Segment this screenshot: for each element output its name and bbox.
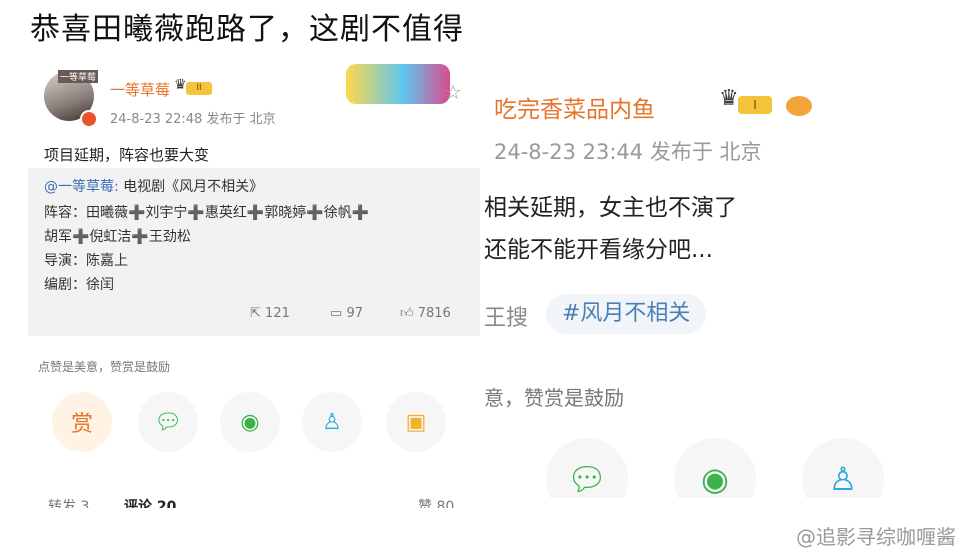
username[interactable]: 一等草莓 <box>110 79 170 100</box>
repost-line-5: 编剧：徐闰 <box>44 277 114 293</box>
post-meta: 24-8-23 22:48 发布于 北京 <box>110 112 276 127</box>
qq-share-button[interactable]: ♙ <box>302 392 362 452</box>
save-image-button[interactable]: ▣ <box>386 392 446 452</box>
repost-line-3: 胡军➕倪虹洁➕王劲松 <box>44 229 191 245</box>
repost-line-2: 阵容：田曦薇➕刘宇宁➕惠英红➕郭晓婷➕徐帆➕ <box>44 205 370 221</box>
share-count[interactable]: ⇱ 121 <box>250 306 290 321</box>
comment-tab[interactable]: 评论 20 <box>124 496 176 508</box>
left-post-card: 一等草莓 一等草莓 II 24-8-23 22:48 发布于 北京 ☆ 项目延期… <box>28 58 480 508</box>
reward-button[interactable]: 赏 <box>52 392 112 452</box>
like-icon: 👍︎ <box>400 306 414 321</box>
post-text-line-1: 相关延期，女主也不演了 <box>484 195 737 221</box>
vip-level-badge: I <box>719 90 772 114</box>
topic-tag[interactable]: #风月不相关 <box>546 294 707 334</box>
like-count[interactable]: 👍︎ 7816 <box>400 306 451 321</box>
wechat-icon: 💬︎ <box>566 460 608 498</box>
comment-icon: ▭ <box>330 306 343 321</box>
post-text: 项目延期，阵容也要大变 <box>44 146 210 164</box>
wechat-icon: 💬︎ <box>154 409 182 435</box>
post-text-line-2: 还能不能开看缘分吧... <box>484 237 713 263</box>
like-count-value: 7816 <box>417 306 451 321</box>
username[interactable]: 吃完香菜品内鱼 <box>494 90 655 124</box>
avatar-label: 一等草莓 <box>58 70 99 83</box>
save-image-icon: ▣ <box>405 409 427 435</box>
qq-icon: ♙ <box>828 460 858 498</box>
like-tab[interactable]: 赞 80 <box>418 496 454 508</box>
reward-tip: 意，赞赏是鼓励 <box>484 386 624 410</box>
repost-tab[interactable]: 转发 3 <box>48 496 89 508</box>
repost-title: 电视剧《风月不相关》 <box>118 179 264 195</box>
wechat-share-button[interactable]: 💬︎ <box>138 392 198 452</box>
reward-label: 赏 <box>70 412 93 437</box>
wechat-share-button[interactable]: 💬︎ <box>546 438 628 498</box>
right-post-card: 吃完香菜品内鱼 I 24-8-23 23:44 发布于 北京 相关延期，女主也不… <box>484 58 940 498</box>
watermark: @追影寻综咖喱酱 <box>796 525 956 549</box>
moments-icon: ◉ <box>701 460 729 498</box>
comment-count[interactable]: ▭ 97 <box>330 306 363 321</box>
post-meta: 24-8-23 23:44 发布于 北京 <box>494 140 762 164</box>
comment-count-value: 97 <box>346 306 363 321</box>
sticker-decoration <box>346 64 450 104</box>
hot-search-link[interactable]: 王搜 <box>484 300 528 332</box>
verified-badge-icon <box>80 110 98 128</box>
repost-line-4: 导演：陈嘉上 <box>44 253 128 269</box>
moments-share-button[interactable]: ◉ <box>674 438 756 498</box>
share-count-value: 121 <box>265 306 290 321</box>
qq-icon: ♙ <box>322 409 342 435</box>
vip-level-badge: II <box>174 79 212 95</box>
moments-share-button[interactable]: ◉ <box>220 392 280 452</box>
moments-icon: ◉ <box>240 409 260 435</box>
mention-link[interactable]: @一等草莓: <box>44 179 119 195</box>
headline: 恭喜田曦薇跑路了，这剧不值得 <box>30 12 464 47</box>
star-icon[interactable]: ☆ <box>444 80 462 104</box>
fan-badge-icon <box>786 96 812 116</box>
repost-line-1: @一等草莓: 电视剧《风月不相关》 <box>44 176 263 196</box>
reward-tip: 点赞是美意，赞赏是鼓励 <box>38 360 171 374</box>
qq-share-button[interactable]: ♙ <box>802 438 884 498</box>
share-icon: ⇱ <box>250 306 261 321</box>
